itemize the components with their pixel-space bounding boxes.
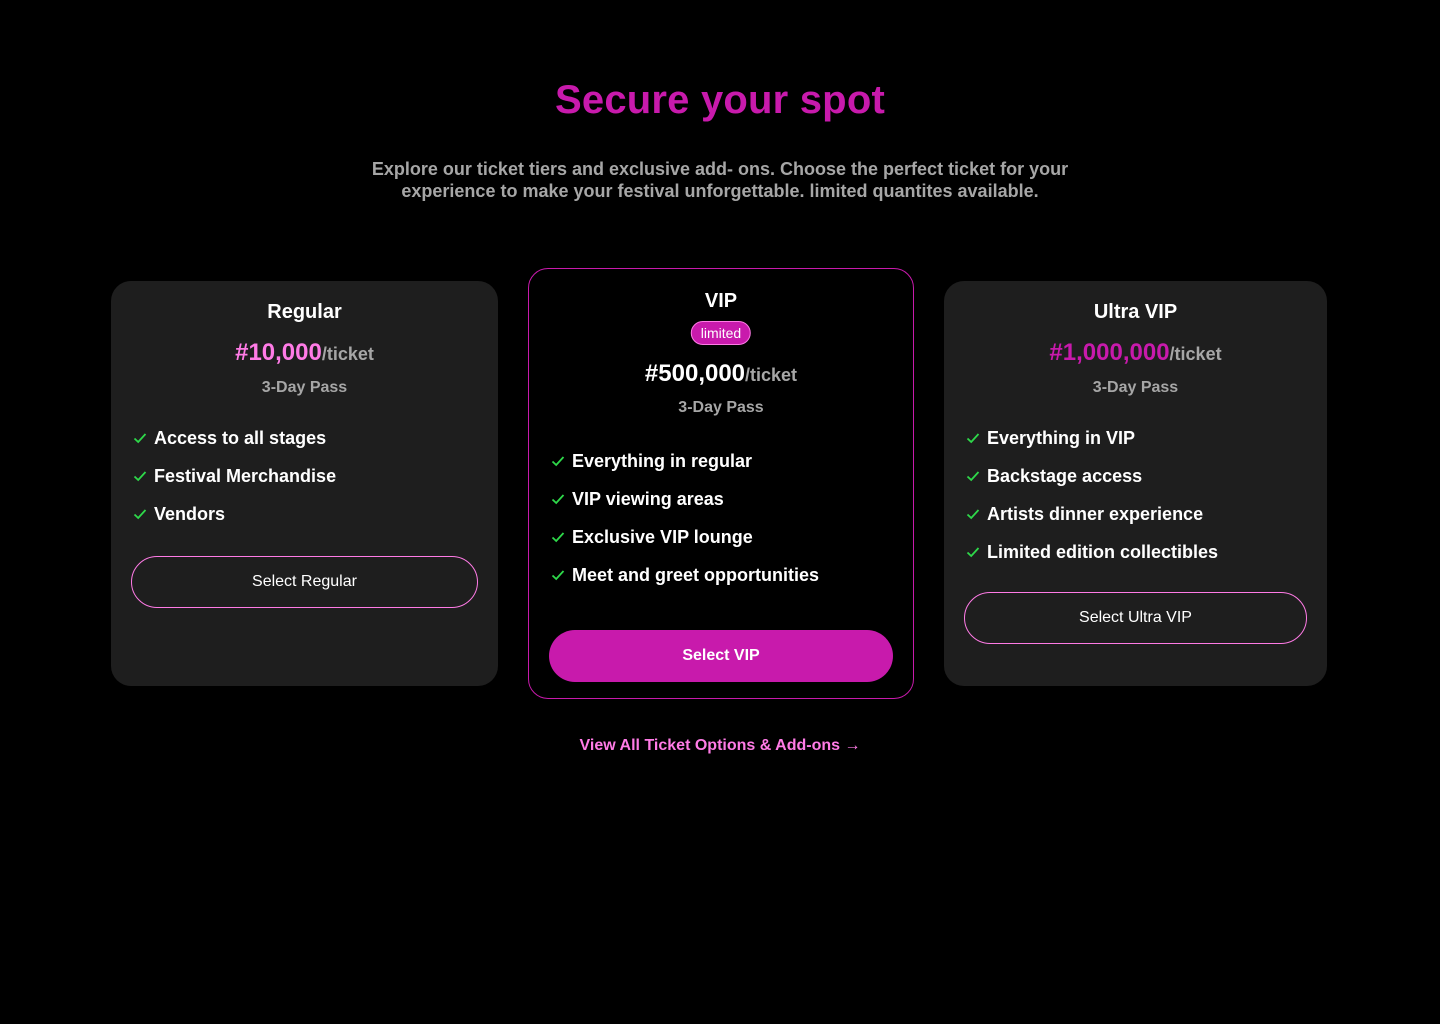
- feature-item: Everything in VIP: [966, 419, 1218, 457]
- feature-list: Everything in VIP Backstage access Artis…: [966, 419, 1218, 571]
- feature-list: Everything in regular VIP viewing areas …: [551, 442, 819, 594]
- limited-badge: limited: [690, 321, 752, 345]
- feature-item: Backstage access: [966, 457, 1218, 495]
- feature-list: Access to all stages Festival Merchandis…: [133, 419, 336, 533]
- feature-item: Access to all stages: [133, 419, 336, 457]
- feature-label: Access to all stages: [154, 427, 327, 448]
- feature-label: VIP viewing areas: [572, 488, 724, 509]
- check-icon: [966, 547, 980, 558]
- check-icon: [551, 532, 565, 543]
- feature-item: Artists dinner experience: [966, 495, 1218, 533]
- feature-label: Vendors: [154, 503, 226, 524]
- check-icon: [133, 471, 147, 482]
- tier-price: #10,000/ticket: [111, 339, 498, 367]
- check-icon: [133, 433, 147, 444]
- tier-price: #500,000/ticket: [529, 360, 913, 388]
- tier-price: #1,000,000/ticket: [944, 339, 1327, 367]
- check-icon: [551, 494, 565, 505]
- tier-name: Regular: [267, 301, 342, 323]
- feature-label: Festival Merchandise: [154, 465, 337, 486]
- ticket-card-vip: VIP limited #500,000/ticket 3-Day Pass E…: [528, 268, 914, 699]
- tier-name: VIP: [704, 290, 738, 312]
- price-amount: #10,000: [235, 339, 322, 366]
- pass-label: 3-Day Pass: [678, 399, 764, 416]
- feature-item: Festival Merchandise: [133, 457, 336, 495]
- feature-label: Meet and greet opportunities: [572, 564, 820, 585]
- select-ultra-vip-button[interactable]: Select Ultra VIP: [964, 592, 1307, 644]
- tier-name: Ultra VIP: [1093, 301, 1178, 323]
- page-subtitle: Explore our ticket tiers and exclusive a…: [371, 159, 1069, 201]
- check-icon: [966, 509, 980, 520]
- price-unit: /ticket: [1169, 344, 1222, 364]
- feature-item: Everything in regular: [551, 442, 819, 480]
- feature-label: Everything in VIP: [987, 427, 1136, 448]
- ticket-card-regular: Regular #10,000/ticket 3-Day Pass Access…: [111, 281, 498, 686]
- feature-item: Meet and greet opportunities: [551, 556, 819, 594]
- feature-item: VIP viewing areas: [551, 480, 819, 518]
- feature-item: Limited edition collectibles: [966, 533, 1218, 571]
- feature-label: Backstage access: [987, 465, 1143, 486]
- pass-label: 3-Day Pass: [261, 379, 348, 396]
- check-icon: [966, 433, 980, 444]
- page-title: Secure your spot: [555, 78, 885, 122]
- price-amount: #500,000: [644, 360, 746, 387]
- check-icon: [133, 509, 147, 520]
- ticket-card-ultra-vip: Ultra VIP #1,000,000/ticket 3-Day Pass E…: [944, 281, 1327, 686]
- feature-item: Exclusive VIP lounge: [551, 518, 819, 556]
- feature-label: Everything in regular: [572, 450, 753, 471]
- check-icon: [551, 570, 565, 581]
- feature-item: Vendors: [133, 495, 336, 533]
- check-icon: [966, 471, 980, 482]
- price-unit: /ticket: [745, 365, 798, 385]
- select-vip-button[interactable]: Select VIP: [549, 630, 893, 682]
- pass-label: 3-Day Pass: [1092, 379, 1179, 396]
- feature-label: Limited edition collectibles: [987, 541, 1219, 562]
- price-unit: /ticket: [321, 344, 374, 364]
- feature-label: Artists dinner experience: [987, 503, 1204, 524]
- view-all-tickets-link[interactable]: View All Ticket Options & Add-ons →: [0, 737, 1440, 755]
- check-icon: [551, 456, 565, 467]
- feature-label: Exclusive VIP lounge: [572, 526, 753, 547]
- select-regular-button[interactable]: Select Regular: [131, 556, 478, 608]
- price-amount: #1,000,000: [1049, 339, 1170, 366]
